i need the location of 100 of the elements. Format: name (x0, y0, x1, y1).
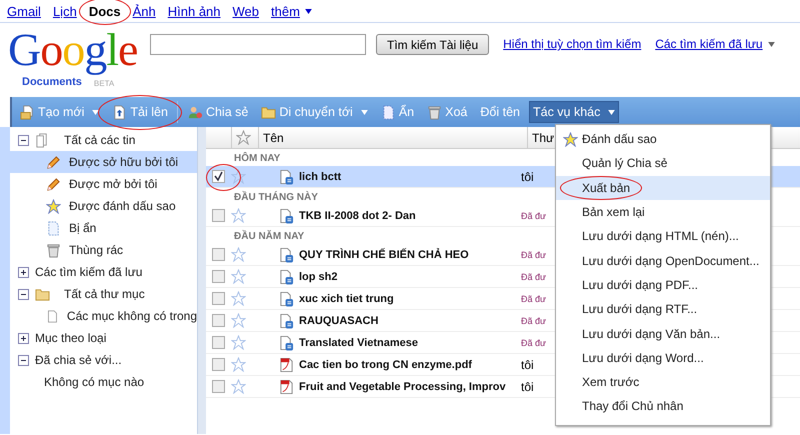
sidebar-item[interactable]: Tất cả các tin (10, 129, 197, 151)
page-icon (46, 308, 59, 324)
owner-text: Đã đư (521, 316, 546, 326)
star-icon[interactable] (231, 269, 246, 284)
document-icon (279, 290, 294, 306)
owner-text: Đã đư (521, 338, 546, 348)
sidebar-item[interactable]: Mục theo loại (10, 327, 197, 349)
menu-item[interactable]: Xuất bản (556, 176, 770, 200)
folder-icon (35, 286, 50, 302)
star-icon[interactable] (231, 208, 246, 223)
checkbox[interactable] (212, 314, 225, 327)
people-icon (188, 104, 203, 120)
expand-icon[interactable] (18, 332, 29, 344)
upload-icon (112, 104, 128, 120)
star-icon (46, 198, 61, 214)
document-icon (279, 168, 294, 184)
trash-icon (427, 104, 442, 120)
checkbox[interactable] (212, 336, 225, 349)
search-field[interactable] (150, 34, 366, 55)
nav-link[interactable]: Ảnh (132, 4, 156, 18)
splitter-handle[interactable] (197, 127, 206, 434)
checkbox[interactable] (212, 292, 225, 305)
file-name[interactable]: Cac tien bo trong CN enzyme.pdf (299, 358, 472, 370)
sidebar-item[interactable]: Không có mục nào (10, 371, 197, 393)
owner-text: Đã đư (521, 210, 546, 220)
search-button[interactable]: Tìm kiếm Tài liệu (376, 34, 490, 55)
file-name[interactable]: Translated Vietnamese (299, 336, 418, 348)
dotted-page-icon (380, 104, 396, 120)
group-heading: ĐẦU NĂM NAY (234, 229, 304, 244)
star-icon (563, 132, 578, 147)
dotted-page-icon (46, 220, 61, 236)
collapse-icon[interactable] (18, 288, 29, 300)
owner-text: Đã đư (521, 250, 546, 260)
caret-icon[interactable] (768, 42, 775, 46)
file-name[interactable]: lich bctt (299, 170, 342, 182)
new-document-icon (20, 104, 35, 120)
caret-icon[interactable] (304, 8, 312, 14)
document-icon (279, 246, 294, 262)
checkbox[interactable] (212, 270, 225, 283)
file-name[interactable]: lop sh2 (299, 270, 338, 282)
owner-text: tôi (521, 358, 534, 372)
star-icon (236, 130, 251, 145)
pencil-icon (46, 154, 61, 170)
star-icon[interactable] (231, 379, 246, 394)
search-link[interactable]: Hiển thị tuỳ chọn tìm kiếm (503, 37, 642, 51)
nav-link[interactable]: thêm (271, 4, 300, 18)
file-name[interactable]: RAUQUASACH (299, 314, 378, 326)
column-header[interactable]: Tên (258, 127, 527, 148)
checkbox[interactable] (212, 209, 225, 222)
sidebar-item[interactable]: Thùng rác (10, 239, 197, 261)
nav-link[interactable]: Gmail (7, 4, 41, 18)
star-icon[interactable] (231, 335, 246, 350)
beta-label: BETA (94, 79, 114, 88)
checkbox[interactable] (212, 248, 225, 261)
group-heading: ĐẦU THÁNG NÀY (234, 190, 318, 205)
logo-wordmark: Google (8, 24, 138, 76)
document-icon (279, 334, 294, 350)
sidebar-item[interactable]: Được đánh dấu sao (10, 195, 197, 217)
file-name[interactable]: xuc xich tiet trung (299, 292, 394, 304)
document-icon (279, 268, 294, 284)
owner-text: Đã đư (521, 294, 546, 304)
star-icon[interactable] (231, 313, 246, 328)
nav-link[interactable]: Hình ảnh (168, 4, 221, 18)
folder-icon (261, 104, 276, 120)
search-link[interactable]: Các tìm kiếm đã lưu (655, 37, 763, 51)
collapse-icon[interactable] (18, 354, 29, 366)
sidebar-item[interactable]: Đã chia sẻ với... (10, 349, 197, 371)
sidebar-item[interactable]: Được sở hữu bởi tôi (10, 151, 197, 173)
sidebar-item[interactable]: Bị ẩn (10, 217, 197, 239)
pencil-icon (46, 176, 61, 192)
nav-link[interactable]: Docs (88, 4, 121, 18)
owner-text: tôi (521, 380, 534, 394)
owner-text: tôi (521, 170, 534, 184)
owner-text: Đã đư (521, 272, 546, 282)
pdf-file-icon (279, 378, 294, 394)
collapse-icon[interactable] (18, 134, 29, 146)
document-icon (279, 312, 294, 328)
file-name[interactable]: Fruit and Vegetable Processing, Improv (299, 380, 506, 392)
trash-icon (46, 242, 61, 258)
star-icon[interactable] (231, 247, 246, 262)
document-icon (279, 208, 294, 224)
pdf-file-icon (279, 356, 294, 372)
sidebar-item[interactable]: Tất cả thư mục (10, 283, 197, 305)
menu-item[interactable]: Đánh dấu sao (556, 127, 770, 152)
checkbox[interactable] (212, 358, 225, 371)
star-icon[interactable] (231, 357, 246, 372)
checkbox[interactable] (212, 170, 225, 183)
sidebar-item[interactable]: Các tìm kiếm đã lưu (10, 261, 197, 283)
checkbox[interactable] (212, 380, 225, 393)
sidebar-item[interactable]: Được mở bởi tôi (10, 173, 197, 195)
logo-product: Documents (22, 76, 82, 88)
file-name[interactable]: QUY TRÌNH CHẾ BIẾN CHẢ HEO (299, 248, 469, 260)
star-icon[interactable] (231, 169, 246, 184)
toolbar-button[interactable]: Tác vụ khác (529, 101, 620, 123)
expand-icon[interactable] (18, 266, 29, 278)
file-name[interactable]: TKB II-2008 dot 2- Dan (299, 210, 416, 222)
nav-link[interactable]: Web (232, 4, 260, 18)
nav-link[interactable]: Lịch (52, 4, 77, 18)
sidebar-item[interactable]: Các mục không có trong (10, 305, 197, 327)
star-icon[interactable] (231, 291, 246, 306)
